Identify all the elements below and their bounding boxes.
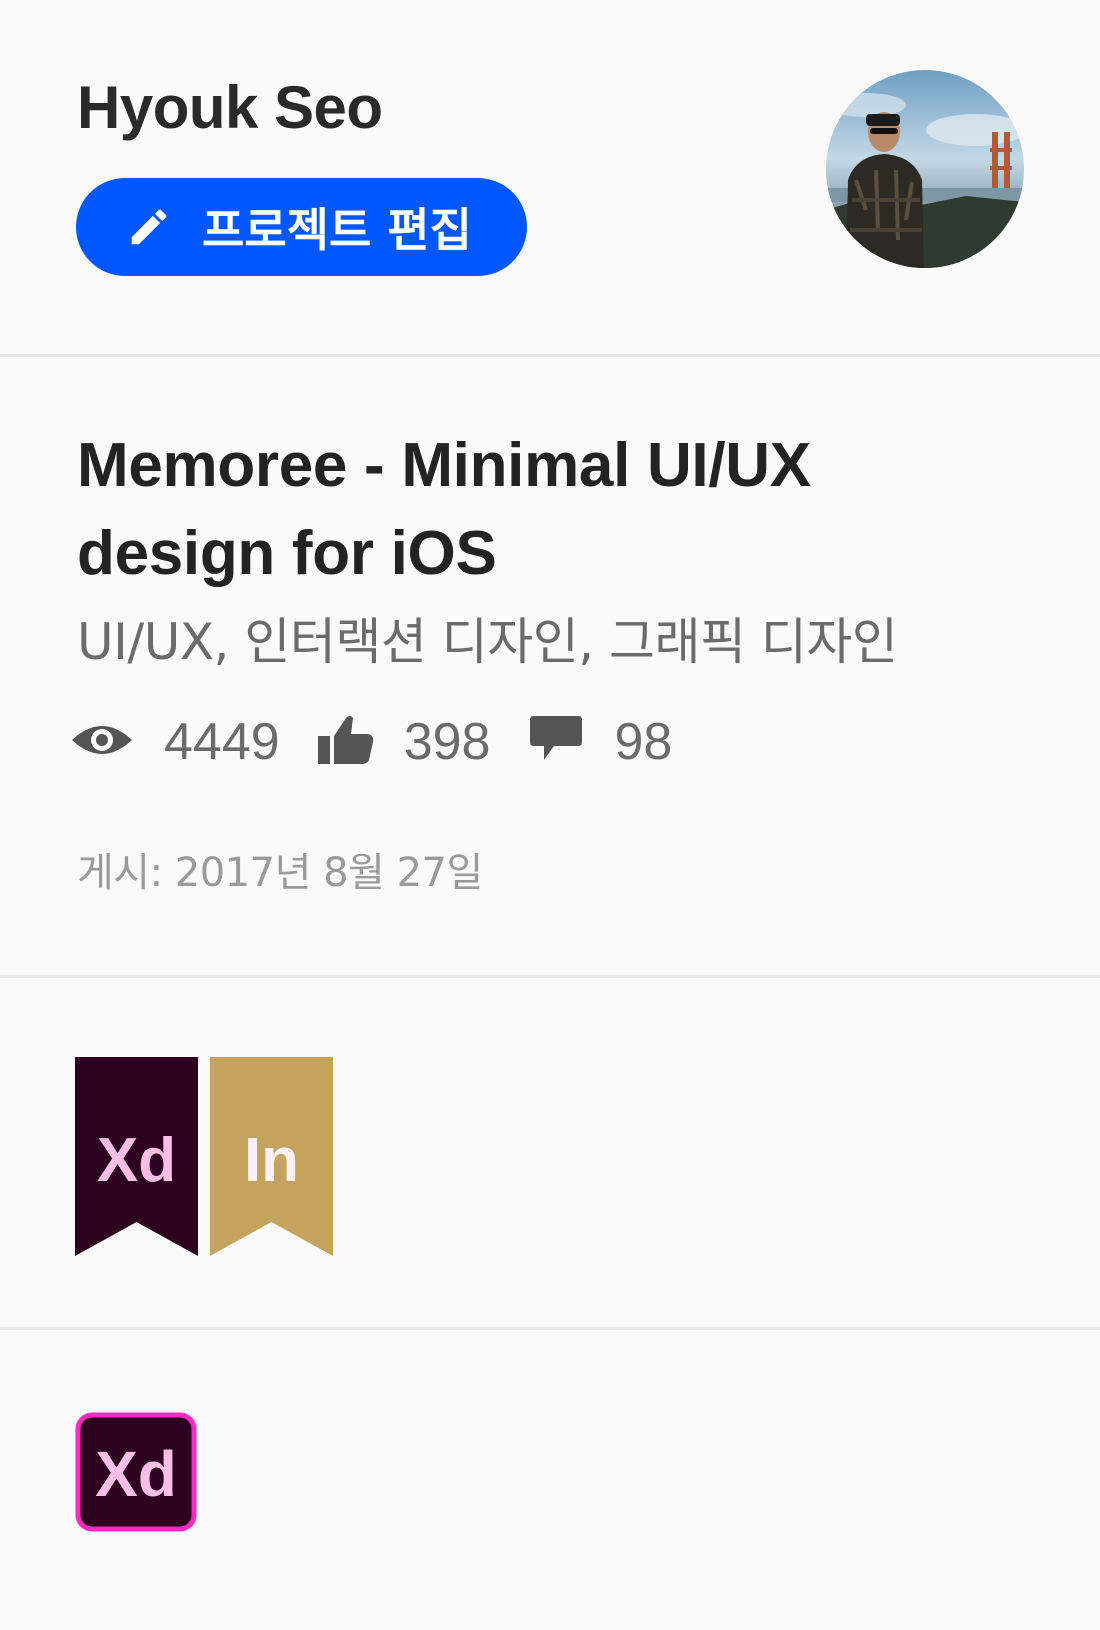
pencil-icon	[126, 204, 172, 250]
edit-project-label: 프로젝트 편집	[202, 203, 472, 257]
tool-ribbon-xd[interactable]: Xd	[75, 1057, 198, 1256]
owner-name[interactable]: Hyouk Seo	[77, 72, 383, 144]
project-fields[interactable]: UI/UX, 인터랙션 디자인, 그래픽 디자인	[77, 610, 898, 674]
divider-info	[0, 975, 1100, 978]
views-stat: 4449	[70, 712, 280, 772]
project-detail-page: Hyouk Seo 프로젝트 편집 Memoree - Minimal UI/U…	[0, 0, 1100, 1630]
project-title: Memoree - Minimal UI/UX design for iOS	[77, 431, 811, 588]
project-stats: 4449 398 98	[70, 712, 710, 772]
published-date: 게시: 2017년 8월 27일	[77, 850, 483, 896]
divider-header	[0, 354, 1100, 357]
views-count: 4449	[164, 713, 280, 771]
thumbs-up-icon	[317, 714, 374, 771]
tools-list: Xd In	[75, 1057, 345, 1256]
tool-label-xd: Xd	[97, 1126, 176, 1195]
app-badge-label: Xd	[95, 1438, 177, 1510]
appreciations-stat: 398	[317, 712, 491, 772]
eye-icon	[70, 720, 134, 765]
comment-icon	[528, 714, 584, 771]
edit-project-button[interactable]: 프로젝트 편집	[76, 178, 527, 276]
comments-stat: 98	[528, 712, 672, 772]
tool-ribbon-indesign[interactable]: In	[210, 1057, 333, 1256]
divider-tools	[0, 1327, 1100, 1330]
avatar[interactable]	[826, 70, 1024, 268]
appreciations-count: 398	[403, 713, 491, 771]
tool-label-in: In	[244, 1126, 299, 1195]
comments-count: 98	[614, 713, 673, 771]
xd-app-badge[interactable]: Xd	[75, 1412, 197, 1532]
